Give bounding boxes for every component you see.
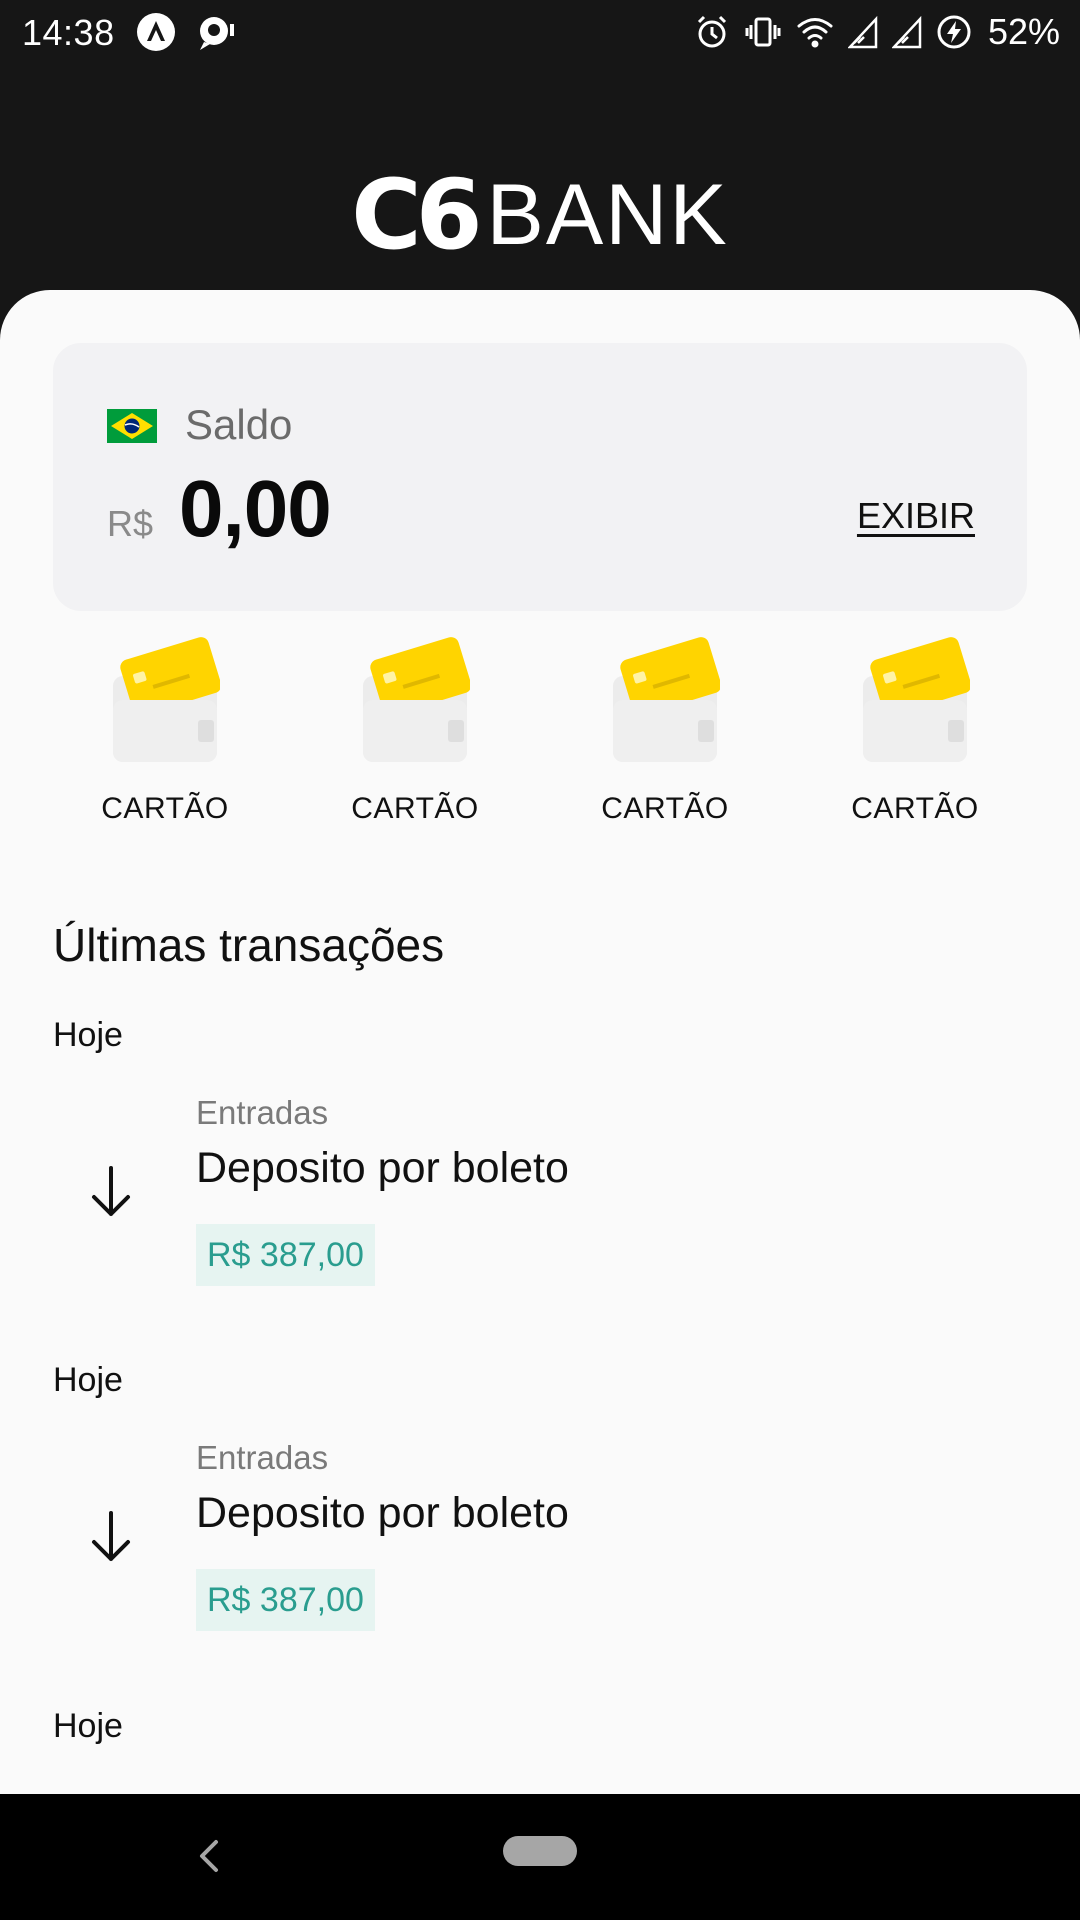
transaction-item[interactable]: Hoje Entradas Deposito por boleto R$ 387… [0,1016,1080,1336]
arrow-down-icon [86,1164,136,1220]
balance-currency: R$ [107,503,154,544]
transaction-title: Deposito por boleto [196,1489,569,1537]
transaction-item[interactable]: Hoje Entradas Deposito por boleto R$ 387… [0,1361,1080,1681]
app-notification-icon [136,12,176,52]
transaction-date: Hoje [53,1016,123,1054]
back-icon[interactable] [196,1838,220,1874]
card-label: CARTÃO [851,792,979,825]
status-time: 14:38 [22,12,115,53]
balance-card[interactable]: Saldo R$ 0,00 EXIBIR [53,343,1027,611]
alarm-icon [694,14,730,50]
transaction-category: Entradas [196,1439,329,1476]
battery-percentage: 52% [987,11,1060,52]
transaction-title: Deposito por boleto [196,1144,569,1192]
transaction-category: Entradas [196,1094,329,1131]
brand-bank: BANK [486,167,729,263]
card-label: CARTÃO [351,792,479,825]
card-shortcut[interactable]: CARTÃO [40,634,290,834]
cards-row: CARTÃO CARTÃO CARTÃO CARTÃO [40,634,1040,834]
wallet-card-icon [360,634,472,764]
balance-amount: 0,00 [179,464,332,553]
navigation-bar [0,1794,1080,1920]
wallet-card-icon [610,634,722,764]
signal-icon [891,15,922,49]
brazil-flag-icon [107,409,157,443]
main-sheet: Saldo R$ 0,00 EXIBIR CARTÃO CARTÃO CARTÃ… [0,290,1080,1794]
card-shortcut[interactable]: CARTÃO [790,634,1040,834]
brand-c6: C6 [351,159,482,271]
transaction-date: Hoje [53,1707,123,1745]
arrow-down-icon [86,1509,136,1565]
section-title: Últimas transações [53,919,445,971]
c6-bank-logo: C6 BANK [351,167,728,263]
transaction-amount: R$ 387,00 [196,1224,375,1286]
transaction-amount: R$ 387,00 [196,1569,375,1631]
transaction-date: Hoje [53,1361,123,1399]
battery-charging-icon [936,14,972,50]
wallet-card-icon [860,634,972,764]
show-balance-button[interactable]: EXIBIR [857,495,975,537]
status-icons: 52% [694,10,1060,54]
balance-label: Saldo [185,401,293,448]
brand-header: C6 BANK [0,160,1080,270]
transaction-item[interactable]: Hoje [0,1707,1080,1787]
card-shortcut[interactable]: CARTÃO [540,634,790,834]
status-bar: 14:38 52% [0,0,1080,64]
card-label: CARTÃO [601,792,729,825]
card-label: CARTÃO [101,792,229,825]
home-pill-button[interactable] [503,1836,577,1866]
card-shortcut[interactable]: CARTÃO [290,634,540,834]
wifi-icon [796,15,834,49]
wallet-card-icon [110,634,222,764]
messenger-notification-icon [196,12,236,52]
signal-icon [847,15,878,49]
vibrate-icon [744,14,782,50]
